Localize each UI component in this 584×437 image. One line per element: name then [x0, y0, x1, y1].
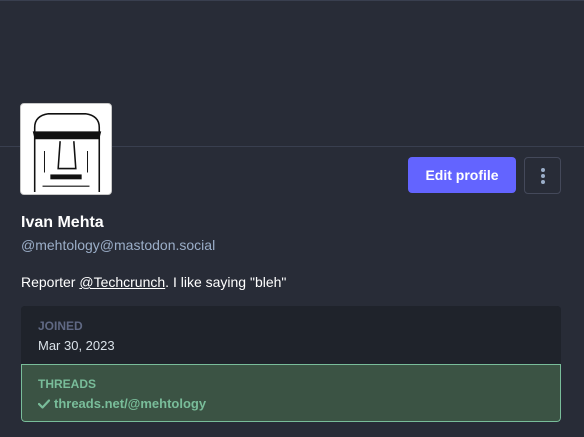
field-value-joined: Mar 30, 2023	[38, 338, 115, 353]
profile-card: Edit profile Ivan Mehta @mehtology@masto…	[0, 0, 584, 437]
field-value-threads: threads.net/@mehtology	[38, 396, 544, 411]
threads-link[interactable]: threads.net/@mehtology	[54, 396, 206, 411]
field-name-joined: JOINED	[38, 319, 83, 333]
bio: Reporter @Techcrunch. I like saying "ble…	[21, 274, 286, 290]
field-threads: THREADS threads.net/@mehtology	[21, 364, 561, 422]
avatar[interactable]	[20, 103, 112, 195]
bio-suffix: . I like saying "bleh"	[165, 274, 287, 290]
account-handle: @mehtology@mastodon.social	[21, 237, 216, 253]
profile-fields: JOINED Mar 30, 2023 THREADS threads.net/…	[21, 306, 561, 422]
vertical-ellipsis-icon	[540, 167, 545, 184]
field-joined: JOINED Mar 30, 2023	[21, 306, 561, 364]
edit-profile-button[interactable]: Edit profile	[408, 157, 516, 193]
bio-mention-link[interactable]: @Techcrunch	[79, 274, 165, 290]
moai-avatar-icon	[21, 104, 111, 194]
more-options-button[interactable]	[524, 157, 561, 194]
bio-prefix: Reporter	[21, 274, 80, 290]
display-name: Ivan Mehta	[21, 214, 104, 231]
field-name-threads: THREADS	[38, 377, 97, 391]
verified-check-icon	[38, 398, 50, 409]
